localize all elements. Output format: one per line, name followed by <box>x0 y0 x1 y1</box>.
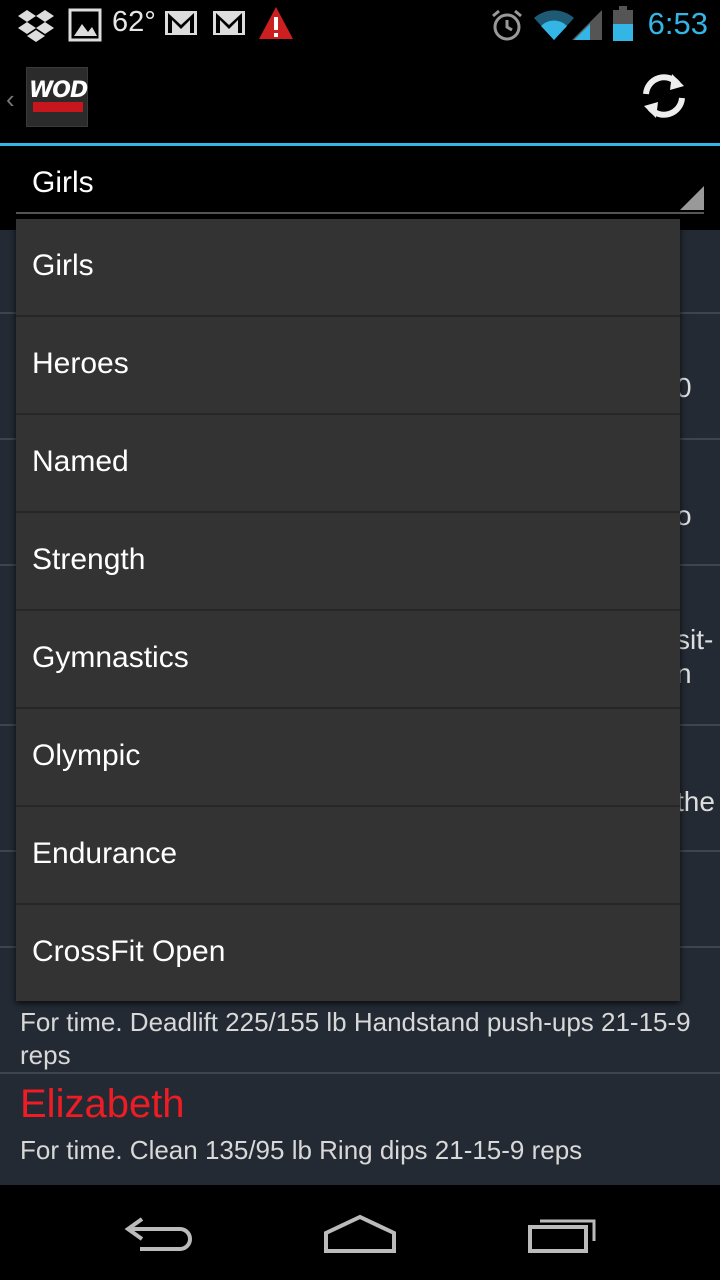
back-icon[interactable] <box>120 1205 200 1261</box>
app-logo[interactable]: WOD <box>26 67 88 127</box>
dropdown-option-label: Girls <box>32 249 94 282</box>
app-logo-text: WOD <box>29 78 88 103</box>
app-logo-stripe <box>33 102 83 112</box>
gallery-icon <box>68 8 102 42</box>
wod-name: Elizabeth <box>20 1082 185 1126</box>
refresh-icon[interactable] <box>636 68 692 124</box>
dropdown-option-label: Heroes <box>32 347 129 380</box>
category-dropdown: Girls Heroes Named Strength Gymnastics O… <box>16 219 680 1001</box>
temperature-text: 62° <box>112 6 156 38</box>
dropdown-option-olympic[interactable]: Olympic <box>16 709 680 807</box>
signal-icon <box>572 10 602 40</box>
dropdown-option-label: Named <box>32 445 129 478</box>
wod-description: For time. Clean 135/95 lb Ring dips 21-1… <box>20 1135 583 1165</box>
action-bar <box>0 50 720 143</box>
dropdown-option-heroes[interactable]: Heroes <box>16 317 680 415</box>
list-item-peek-text: the <box>676 786 715 817</box>
dropdown-option-strength[interactable]: Strength <box>16 513 680 611</box>
navigation-bar <box>0 1185 720 1280</box>
category-spinner[interactable]: Girls <box>16 158 704 214</box>
dropdown-option-label: Olympic <box>32 739 141 772</box>
dropdown-option-gymnastics[interactable]: Gymnastics <box>16 611 680 709</box>
wod-description: For time. Deadlift 225/155 lb Handstand … <box>20 1007 691 1070</box>
gmail-icon <box>165 11 197 35</box>
dropdown-option-label: Gymnastics <box>32 641 189 674</box>
wifi-icon <box>534 10 574 40</box>
dropdown-option-label: Strength <box>32 543 146 576</box>
spinner-selected-label: Girls <box>32 166 94 199</box>
list-item[interactable]: Elizabeth For time. Clean 135/95 lb Ring… <box>0 1072 720 1187</box>
home-icon[interactable] <box>320 1205 400 1261</box>
status-bar: 62° 6:53 <box>0 0 720 50</box>
gmail-icon <box>213 11 245 35</box>
dropdown-option-named[interactable]: Named <box>16 415 680 513</box>
alarm-icon <box>492 9 522 41</box>
dropdown-option-crossfit-open[interactable]: CrossFit Open <box>16 905 680 1001</box>
dropdown-option-label: CrossFit Open <box>32 935 226 968</box>
up-caret-icon[interactable]: ‹ <box>6 84 15 115</box>
battery-icon <box>613 6 633 41</box>
warning-icon <box>259 7 293 39</box>
action-bar-divider <box>0 143 720 146</box>
dropdown-option-endurance[interactable]: Endurance <box>16 807 680 905</box>
dropdown-option-girls[interactable]: Girls <box>16 219 680 317</box>
dropbox-icon <box>18 10 54 42</box>
dropdown-option-label: Endurance <box>32 837 178 870</box>
clock-text: 6:53 <box>647 6 708 41</box>
recent-apps-icon[interactable] <box>524 1205 604 1261</box>
spinner-dropdown-triangle-icon <box>680 186 704 210</box>
list-item-peek-text: sit- <box>676 624 714 655</box>
